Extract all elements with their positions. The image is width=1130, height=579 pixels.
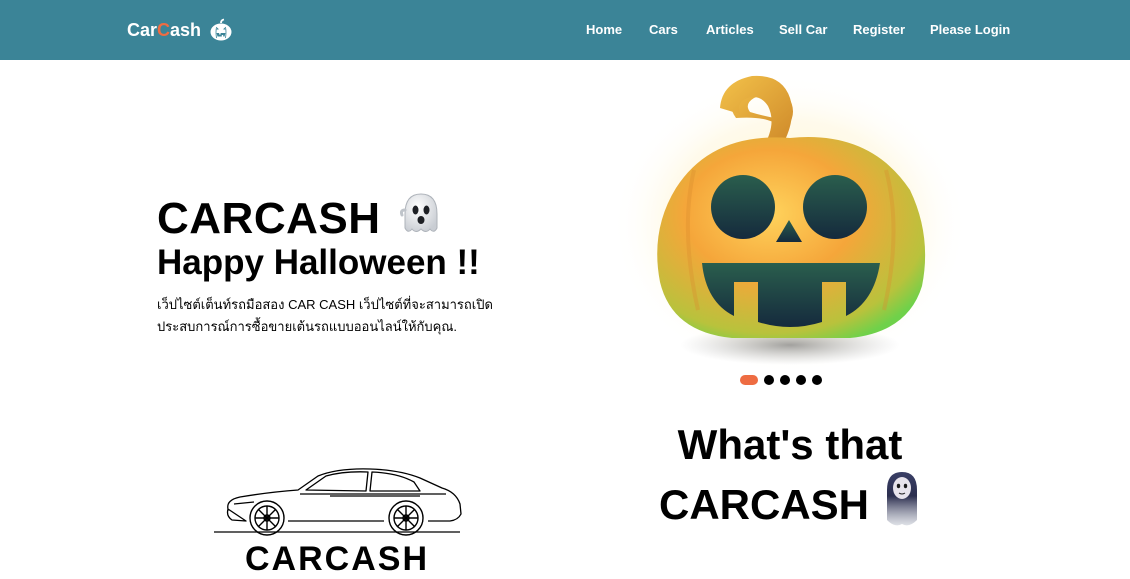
- nav-cars[interactable]: Cars: [649, 22, 678, 37]
- carousel-indicators: [740, 375, 822, 385]
- hero-carousel-image: [610, 60, 970, 375]
- ghost-icon: [399, 190, 443, 247]
- brand-logo[interactable]: Car Cash: [127, 18, 233, 42]
- hero-description: เว็ปไซต์เต็นท์รถมือสอง CAR CASH เว็ปไซต์…: [157, 297, 493, 334]
- carousel-dot-1[interactable]: [740, 375, 758, 385]
- nav-register[interactable]: Register: [853, 22, 905, 37]
- pumpkin-icon: [209, 18, 233, 42]
- brand-text-post: ash: [170, 19, 202, 40]
- jack-o-lantern-icon: [610, 75, 970, 375]
- carousel-dot-5[interactable]: [812, 375, 822, 385]
- brand-text-pre: Car: [127, 19, 158, 40]
- nav-sell-car[interactable]: Sell Car: [779, 22, 827, 37]
- navbar: Car Cash Home Cars Articles Sell Car Regi…: [0, 0, 1130, 60]
- carousel-dot-4[interactable]: [796, 375, 806, 385]
- hero-title-text: CARCASH: [157, 193, 381, 243]
- carousel-dot-3[interactable]: [780, 375, 790, 385]
- about-title-line1: What's that: [677, 421, 903, 468]
- car-sketch-icon: [210, 464, 465, 539]
- hero-subtitle: Happy Halloween !!: [157, 243, 480, 282]
- hero-title: CARCASH: [157, 190, 443, 247]
- about-title-line2: CARCASH: [659, 480, 869, 528]
- nav-home[interactable]: Home: [586, 22, 622, 37]
- car-caption: CARCASH: [245, 540, 429, 578]
- about-title: What's that CARCASH: [640, 420, 940, 539]
- nav-articles[interactable]: Articles: [706, 22, 754, 37]
- brand-text-highlight: C: [157, 19, 171, 40]
- about-title-line2-row: CARCASH: [640, 470, 940, 539]
- carousel-dot-2[interactable]: [764, 375, 774, 385]
- ghost-figure-icon: [883, 470, 921, 539]
- nav-login[interactable]: Please Login: [930, 22, 1010, 37]
